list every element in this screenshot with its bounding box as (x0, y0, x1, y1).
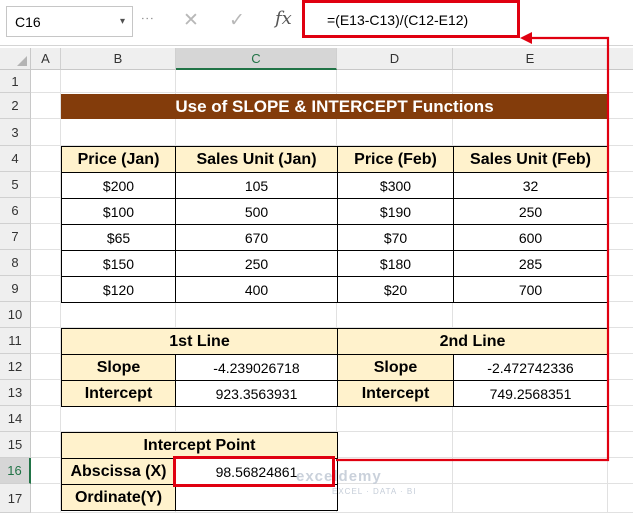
table-cell[interactable]: $20 (337, 276, 454, 303)
row-header-16[interactable]: 16 (0, 458, 31, 484)
row-header-11[interactable]: 11 (0, 328, 31, 354)
select-all-corner[interactable] (0, 48, 31, 70)
table-cell[interactable]: $200 (61, 172, 176, 199)
row-header-5[interactable]: 5 (0, 172, 31, 198)
table-cell[interactable]: $120 (61, 276, 176, 303)
ordinate-label[interactable]: Ordinate(Y) (61, 484, 176, 511)
row-header-7[interactable]: 7 (0, 224, 31, 250)
insert-function-icon[interactable]: fx (275, 8, 292, 29)
chevron-down-icon[interactable]: ▾ (120, 16, 125, 27)
header-price-jan[interactable]: Price (Jan) (61, 146, 176, 173)
table-cell[interactable]: $100 (61, 198, 176, 225)
column-header-d[interactable]: D (337, 48, 453, 70)
intercept-value-1[interactable]: 923.3563931 (175, 380, 338, 407)
selected-cell-highlight (173, 456, 335, 487)
row-header-10[interactable]: 10 (0, 302, 31, 328)
row-header-17[interactable]: 17 (0, 484, 31, 513)
header-sales-feb[interactable]: Sales Unit (Feb) (453, 146, 608, 173)
row-header-2[interactable]: 2 (0, 93, 31, 119)
row-header-12[interactable]: 12 (0, 354, 31, 380)
slope-value-1[interactable]: -4.239026718 (175, 354, 338, 381)
slope-value-2[interactable]: -2.472742336 (453, 354, 608, 381)
table-cell[interactable]: $70 (337, 224, 454, 251)
header-price-feb[interactable]: Price (Feb) (337, 146, 454, 173)
table-cell[interactable]: 285 (453, 250, 608, 277)
row-header-9[interactable]: 9 (0, 276, 31, 302)
table-cell[interactable]: 32 (453, 172, 608, 199)
row-header-8[interactable]: 8 (0, 250, 31, 276)
table-cell[interactable]: 670 (175, 224, 338, 251)
formula-text: =(E13-C13)/(C12-E12) (327, 12, 469, 28)
table-cell[interactable]: $65 (61, 224, 176, 251)
row-header-3[interactable]: 3 (0, 119, 31, 146)
table-cell[interactable]: 400 (175, 276, 338, 303)
table-cell[interactable]: $190 (337, 198, 454, 225)
table-cell[interactable]: 600 (453, 224, 608, 251)
formula-bar: C16 ▾ ⋮ ✕ ✓ fx =(E13-C13)/(C12-E12) (0, 0, 633, 46)
intercept-label-1[interactable]: Intercept (61, 380, 176, 407)
column-header-c[interactable]: C (176, 48, 337, 70)
table-cell[interactable]: 500 (175, 198, 338, 225)
table-cell[interactable]: $300 (337, 172, 454, 199)
abscissa-label[interactable]: Abscissa (X) (61, 458, 176, 485)
table-cell[interactable]: 105 (175, 172, 338, 199)
row-header-14[interactable]: 14 (0, 406, 31, 432)
table-cell[interactable]: 250 (175, 250, 338, 277)
column-header-a[interactable]: A (31, 48, 61, 70)
grid-line (31, 92, 633, 93)
table-cell[interactable]: $180 (337, 250, 454, 277)
intercept-value-2[interactable]: 749.2568351 (453, 380, 608, 407)
row-header-6[interactable]: 6 (0, 198, 31, 224)
table-cell[interactable]: 250 (453, 198, 608, 225)
row-header-4[interactable]: 4 (0, 146, 31, 172)
table-cell[interactable]: $150 (61, 250, 176, 277)
watermark-tagline: EXCEL · DATA · BI (332, 487, 417, 496)
column-header-f[interactable] (608, 48, 633, 70)
name-box-value: C16 (15, 14, 41, 30)
row-header-1[interactable]: 1 (0, 70, 31, 93)
row-header-13[interactable]: 13 (0, 380, 31, 406)
enter-icon[interactable]: ✓ (229, 9, 245, 32)
ordinate-value[interactable] (175, 484, 338, 511)
more-options-icon[interactable]: ⋮ (140, 12, 155, 24)
slope-label-1[interactable]: Slope (61, 354, 176, 381)
formula-input[interactable]: =(E13-C13)/(C12-E12) (302, 0, 520, 38)
first-line-header[interactable]: 1st Line (61, 328, 338, 355)
column-header-b[interactable]: B (61, 48, 176, 70)
second-line-header[interactable]: 2nd Line (337, 328, 608, 355)
slope-label-2[interactable]: Slope (337, 354, 454, 381)
header-sales-jan[interactable]: Sales Unit (Jan) (175, 146, 338, 173)
column-header-e[interactable]: E (453, 48, 608, 70)
table-cell[interactable]: 700 (453, 276, 608, 303)
intercept-point-header[interactable]: Intercept Point (61, 432, 338, 459)
cancel-icon[interactable]: ✕ (183, 9, 199, 32)
sheet-title[interactable]: Use of SLOPE & INTERCEPT Functions (61, 94, 608, 119)
intercept-label-2[interactable]: Intercept (337, 380, 454, 407)
name-box[interactable]: C16 ▾ (6, 6, 133, 37)
row-header-15[interactable]: 15 (0, 432, 31, 458)
